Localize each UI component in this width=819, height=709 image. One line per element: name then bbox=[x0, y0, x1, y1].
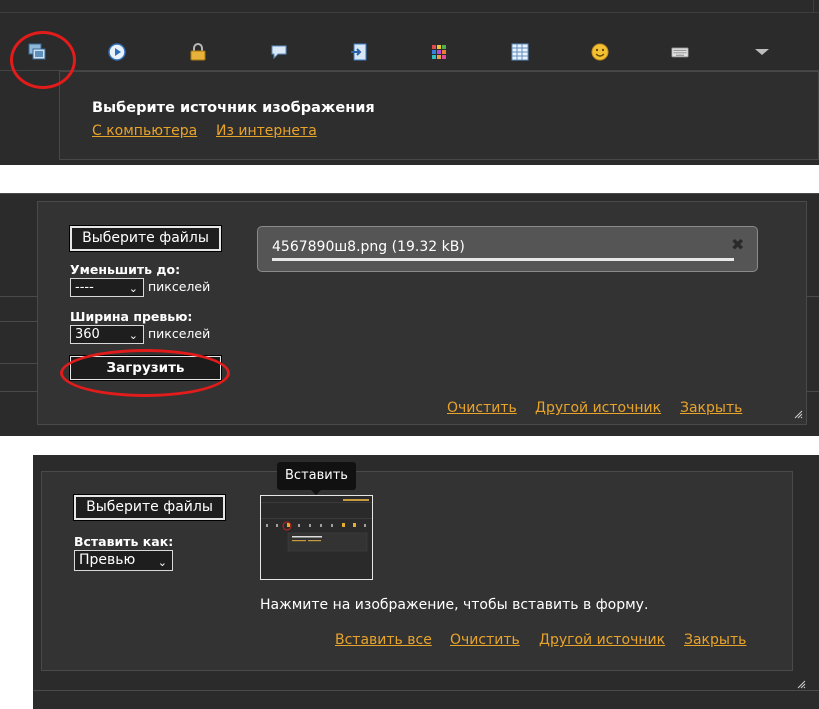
choose-files-button[interactable]: Выберите файлы bbox=[73, 494, 226, 521]
smiley-icon[interactable] bbox=[591, 43, 609, 61]
insert-tooltip: Вставить bbox=[277, 462, 356, 490]
divider bbox=[0, 12, 819, 13]
close-link[interactable]: Закрыть bbox=[680, 400, 742, 416]
clear-link[interactable]: Очистить bbox=[447, 400, 517, 416]
file-item: 4567890ш8.png (19.32 kB) ✖ bbox=[257, 226, 758, 272]
other-source-link[interactable]: Другой источник bbox=[539, 632, 665, 648]
thumbnail-image bbox=[261, 496, 372, 579]
highlight-annotation bbox=[10, 31, 76, 89]
from-computer-link[interactable]: С компьютера bbox=[92, 123, 197, 139]
preview-width-label: Ширина превью: bbox=[70, 309, 193, 324]
chevron-down-icon: ⌄ bbox=[128, 329, 138, 342]
divider bbox=[807, 391, 819, 392]
divider bbox=[33, 690, 819, 691]
image-thumbnail[interactable] bbox=[260, 495, 373, 580]
chevron-down-icon: ⌄ bbox=[157, 556, 167, 569]
divider bbox=[0, 391, 37, 392]
reduce-select-value: ---- bbox=[75, 280, 94, 295]
divider bbox=[807, 296, 819, 297]
close-link[interactable]: Закрыть bbox=[684, 632, 746, 648]
color-grid-icon[interactable] bbox=[430, 43, 448, 61]
clear-link[interactable]: Очистить bbox=[450, 632, 520, 648]
insert-as-label: Вставить как: bbox=[74, 534, 174, 549]
insert-all-link[interactable]: Вставить все bbox=[335, 632, 432, 648]
divider bbox=[0, 296, 37, 297]
pixels-label: пикселей bbox=[148, 326, 211, 341]
preview-width-select[interactable]: 360 ⌄ bbox=[70, 325, 144, 344]
pixels-label: пикселей bbox=[148, 279, 211, 294]
progress-fill bbox=[272, 258, 734, 261]
insert-panel: Выберите файлы Вставить как: Превью ⌄ Вс… bbox=[33, 455, 819, 709]
divider bbox=[813, 0, 814, 13]
insert-as-value: Превью bbox=[79, 552, 136, 568]
other-source-link[interactable]: Другой источник bbox=[535, 400, 661, 416]
triangle-down-icon[interactable] bbox=[753, 43, 771, 61]
progress-track bbox=[272, 258, 734, 261]
highlight-annotation bbox=[60, 349, 230, 397]
reduce-select[interactable]: ---- ⌄ bbox=[70, 278, 144, 297]
close-icon[interactable]: ✖ bbox=[731, 235, 744, 254]
choose-files-button[interactable]: Выберите файлы bbox=[69, 225, 222, 252]
play-circle-icon[interactable] bbox=[108, 43, 126, 61]
insert-as-select[interactable]: Превью ⌄ bbox=[74, 550, 173, 571]
resize-handle-icon[interactable] bbox=[794, 410, 803, 419]
keyboard-icon[interactable] bbox=[671, 43, 689, 61]
divider bbox=[0, 193, 819, 194]
reduce-label: Уменьшить до: bbox=[70, 262, 181, 277]
divider bbox=[0, 321, 37, 322]
table-icon[interactable] bbox=[511, 43, 529, 61]
insert-hint: Нажмите на изображение, чтобы вставить в… bbox=[260, 597, 649, 613]
resize-handle-icon[interactable] bbox=[797, 680, 806, 689]
speech-bubble-icon[interactable] bbox=[270, 43, 288, 61]
from-internet-link[interactable]: Из интернета bbox=[216, 123, 317, 139]
upload-panel: Выберите файлы Уменьшить до: ---- ⌄ пикс… bbox=[0, 193, 819, 436]
source-title: Выберите источник изображения bbox=[92, 100, 375, 116]
image-source-panel: Выберите источник изображения С компьюте… bbox=[0, 0, 819, 165]
file-name: 4567890ш8.png (19.32 kB) bbox=[272, 239, 465, 255]
document-arrow-icon[interactable] bbox=[350, 43, 368, 61]
preview-width-value: 360 bbox=[75, 327, 100, 342]
lock-icon[interactable] bbox=[189, 43, 207, 61]
divider bbox=[0, 363, 37, 364]
chevron-down-icon: ⌄ bbox=[128, 282, 138, 295]
